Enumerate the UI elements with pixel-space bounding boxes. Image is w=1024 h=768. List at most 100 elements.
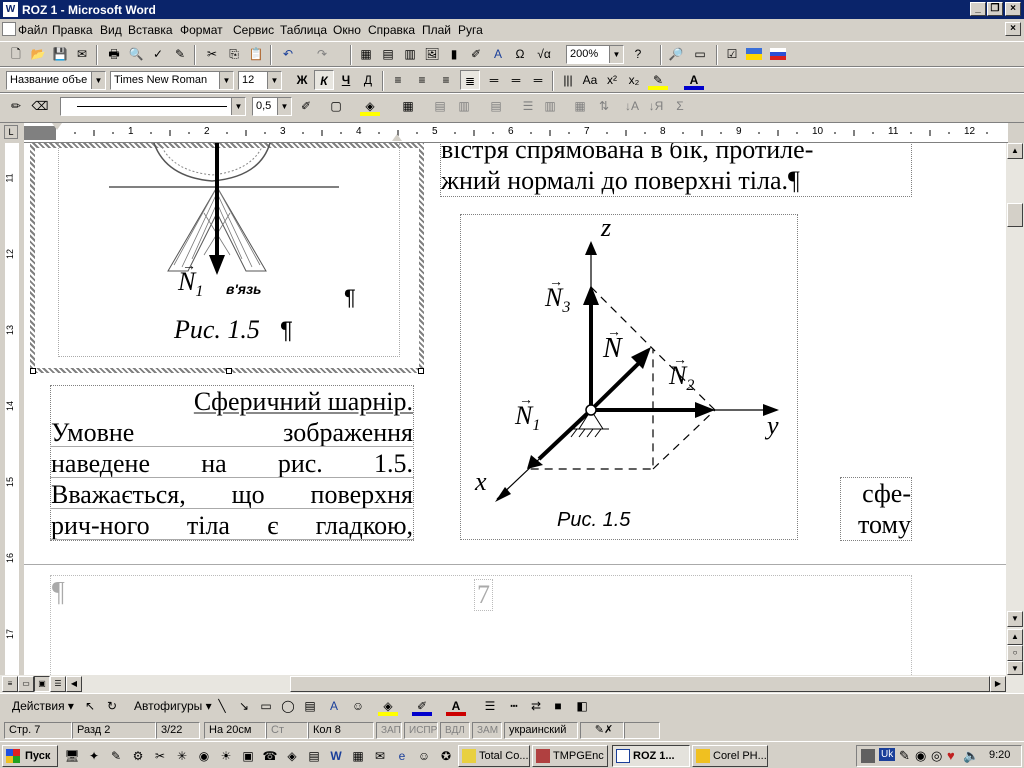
borders-icon[interactable]: ▢ [326,96,346,116]
columns-icon[interactable]: ▥ [400,44,420,64]
tray-icon[interactable] [861,749,875,763]
arrow-style-icon[interactable]: ⇄ [526,696,546,716]
task-tmpgenc[interactable]: TMPGEnc [532,745,608,767]
scroll-left-button[interactable]: ◀ [66,676,82,692]
russia-flag-icon[interactable] [770,48,786,60]
textbox-tool-icon[interactable]: ▤ [300,696,320,716]
autoshapes-menu[interactable]: Автофигуры ▾ [134,699,212,713]
ie-icon[interactable]: e [392,746,412,766]
horizontal-scrollbar[interactable]: ≡ ▭ ▣ ☰ ◀ ▶ [0,675,1024,693]
redo-icon[interactable]: ↷ [312,44,332,64]
text-direction-icon[interactable]: ⇅ [594,96,614,116]
word-app-icon[interactable]: W [3,2,18,17]
picture-icon[interactable]: 🖼 [422,44,442,64]
body-paragraph[interactable]: Сферичний шарнір. Умовне зображення наве… [50,385,414,541]
quick-launch-icon[interactable]: ☀ [216,746,236,766]
volume-icon[interactable]: 🔈 [963,748,979,764]
symbol-icon[interactable]: Ω [510,44,530,64]
print-preview-icon[interactable]: 🔍 [126,44,146,64]
chevron-down-icon[interactable]: ▼ [231,98,245,115]
status-ext[interactable]: ВДЛ [440,722,470,739]
tray-icon[interactable]: ✎ [899,748,910,764]
menu-format[interactable]: Формат [180,23,223,37]
print-layout-button[interactable]: ▣ [34,676,50,692]
quick-launch-icon[interactable]: ▤ [304,746,324,766]
justify-icon[interactable]: ≣ [460,70,480,90]
open-folder-icon[interactable]: 📂 [28,44,48,64]
menu-insert[interactable]: Вставка [128,23,173,37]
top-right-textbox[interactable]: вістря спрямована в бік, протиле- жний н… [440,143,912,197]
menu-table[interactable]: Таблица [280,23,327,37]
scroll-up-button[interactable]: ▲ [1007,143,1023,159]
tab-selector-icon[interactable]: L [4,125,18,139]
select-browse-object-button[interactable]: ○ [1007,645,1023,661]
rotate-icon[interactable]: ↻ [102,696,122,716]
spelling-icon[interactable]: ✓ [148,44,168,64]
normal-view-button[interactable]: ≡ [2,676,18,692]
3d-icon[interactable]: ◧ [572,696,592,716]
fill-color-icon[interactable]: ◈ [378,696,398,716]
style-select[interactable]: Название объе ▼ [6,71,106,90]
border-color-icon[interactable]: ✐ [296,96,316,116]
chevron-down-icon[interactable]: ▼ [219,72,233,89]
char-spacing-icon[interactable]: ||| [558,70,578,90]
pencil-icon[interactable]: ✏ [6,96,26,116]
line-tool-icon[interactable]: ╲ [212,696,232,716]
select-objects-icon[interactable]: ↖ [80,696,100,716]
task-corel[interactable]: Corel PH... [692,745,768,767]
font-case-icon[interactable]: Aa [580,70,600,90]
status-language[interactable]: украинский [504,722,578,739]
tray-icon[interactable]: ♥ [947,748,955,763]
quick-launch-icon[interactable]: ✎ [106,746,126,766]
clipart-icon[interactable]: ☺ [348,696,368,716]
task-word[interactable]: ROZ 1... [612,745,690,767]
eraser-icon[interactable]: ⌫ [30,96,50,116]
double-underline-icon[interactable]: Д [358,70,378,90]
print-icon[interactable]: 🖶 [104,44,124,64]
align-center-icon[interactable]: ≡ [412,70,432,90]
prev-page-button[interactable]: ▲ [1007,629,1023,645]
save-icon[interactable]: 💾 [50,44,70,64]
quick-launch-icon[interactable]: ▦ [348,746,368,766]
frame-handle[interactable] [226,368,232,374]
drawing-icon[interactable]: ✐ [466,44,486,64]
scroll-right-button[interactable]: ▶ [990,676,1006,692]
paste-icon[interactable]: 📋 [246,44,266,64]
spelling-status-icon[interactable]: ✎✗ [580,722,624,739]
subscript-icon[interactable]: x₂ [624,70,644,90]
quick-launch-icon[interactable]: ◉ [194,746,214,766]
outline-view-button[interactable]: ☰ [50,676,66,692]
quick-launch-icon[interactable]: ☎ [260,746,280,766]
font-select[interactable]: Times New Roman ▼ [110,71,234,90]
sort-desc-icon[interactable]: ↓Я [646,96,666,116]
left-indent-marker[interactable] [52,123,62,130]
line-spacing-1-icon[interactable]: ═ [484,70,504,90]
tray-icon[interactable]: ◎ [931,748,942,764]
italic-button[interactable]: К [314,70,334,90]
scroll-down-button[interactable]: ▼ [1007,611,1023,627]
cut-icon[interactable]: ✂ [202,44,222,64]
chart-icon[interactable]: ▮ [444,44,464,64]
autoformat-icon[interactable]: ▦ [570,96,590,116]
quick-launch-icon[interactable]: ▣ [238,746,258,766]
doc-close-button[interactable]: × [1005,22,1021,36]
quick-launch-icon[interactable]: ✳ [172,746,192,766]
copy-icon[interactable]: ⎘ [224,44,244,64]
quick-launch-icon[interactable]: ✉ [370,746,390,766]
distribute-rows-icon[interactable]: ☰ [518,96,538,116]
word-quick-icon[interactable]: W [326,746,346,766]
menu-plai[interactable]: Плай [422,23,451,37]
vertical-scrollbar[interactable]: ▲ ▼ ▲ ○ ▼ [1006,143,1024,675]
ukraine-flag-icon[interactable] [746,48,762,60]
dash-style-icon[interactable]: ┅ [504,696,524,716]
spellcheck-icon[interactable]: ☑ [722,44,742,64]
line-style-icon[interactable]: ☰ [480,696,500,716]
shadow-icon[interactable]: ■ [548,696,568,716]
find-icon[interactable]: 🔎 [666,44,686,64]
align-cell-icon[interactable]: ▤ [486,96,506,116]
hscroll-thumb[interactable] [290,676,990,692]
research-icon[interactable]: ✎ [170,44,190,64]
bold-button[interactable]: Ж [292,70,312,90]
shading-icon[interactable]: ◈ [360,96,380,116]
document-area[interactable]: → N1 в'язь ¶ Рис. 1.5 ¶ вістря спрямована… [24,143,1008,675]
